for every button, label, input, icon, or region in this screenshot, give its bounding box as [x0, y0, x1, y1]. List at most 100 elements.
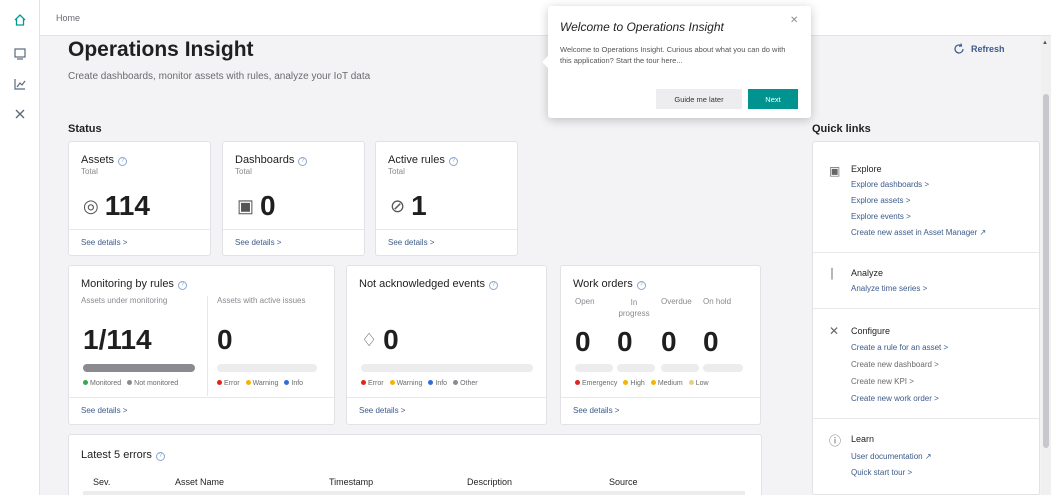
rule-icon: ⊘: [390, 195, 406, 216]
table-loading-row: [83, 491, 745, 495]
divider: [223, 229, 364, 230]
legend-info: Info: [284, 380, 303, 387]
wo-bar-open: [575, 364, 613, 372]
create-kpi-link[interactable]: Create new KPI >: [851, 377, 914, 386]
legend-not-monitored: Not monitored: [127, 380, 178, 387]
rules-card-sub: Total: [388, 167, 405, 176]
work-orders-card: Work orders? Open In progress Overdue On…: [560, 265, 761, 425]
dashboard-icon[interactable]: [10, 44, 30, 64]
user-documentation-link[interactable]: User documentation ↗: [851, 452, 932, 461]
help-icon[interactable]: ?: [118, 157, 128, 166]
configure-title: Configure: [851, 326, 891, 336]
monitoring-card-title: Monitoring by rules?: [81, 278, 187, 290]
monitoring-see-details-link[interactable]: See details >: [81, 406, 127, 415]
col-timestamp[interactable]: Timestamp: [329, 477, 373, 487]
col-sev[interactable]: Sev.: [93, 477, 110, 487]
close-icon[interactable]: ✕: [790, 15, 798, 26]
scroll-thumb[interactable]: [1043, 94, 1049, 448]
legend-medium: Medium: [650, 380, 683, 387]
events-legend: Error Warning Info Other: [361, 380, 478, 387]
col-asset-name[interactable]: Asset Name: [175, 477, 224, 487]
scroll-up-icon[interactable]: ▲: [1042, 40, 1048, 46]
analyze-title: Analyze: [851, 268, 884, 278]
bell-icon: ♢: [361, 329, 378, 350]
left-nav-rail: [0, 0, 40, 495]
divider: [813, 308, 1039, 309]
next-button[interactable]: Next: [748, 89, 798, 109]
breadcrumb[interactable]: Home: [56, 13, 80, 23]
events-count: ♢ 0: [361, 324, 399, 356]
divider: [347, 397, 546, 398]
tools-icon[interactable]: [10, 104, 30, 124]
explore-events-link[interactable]: Explore events >: [851, 212, 911, 221]
wo-legend: Emergency High Medium Low: [575, 380, 709, 387]
chart-icon[interactable]: [10, 74, 30, 94]
divider: [69, 229, 210, 230]
wo-head-open: Open: [575, 297, 595, 306]
events-card-title: Not acknowledged events?: [359, 278, 498, 290]
wo-overdue-value: 0: [661, 326, 677, 357]
dashboards-card-sub: Total: [235, 167, 252, 176]
dashboards-card-title: Dashboards?: [235, 154, 308, 166]
refresh-button[interactable]: Refresh: [953, 43, 1005, 55]
analyze-time-series-link[interactable]: Analyze time series >: [851, 284, 927, 293]
wo-on-hold-value: 0: [703, 326, 719, 357]
events-value: 0: [383, 324, 399, 355]
divider: [207, 296, 208, 396]
dashboards-count: ▣ 0: [237, 190, 276, 222]
explore-dashboards-link[interactable]: Explore dashboards >: [851, 180, 929, 189]
col-description[interactable]: Description: [467, 477, 512, 487]
home-icon[interactable]: [10, 10, 30, 30]
quick-start-tour-link[interactable]: Quick start tour >: [851, 468, 912, 477]
refresh-icon: [954, 43, 964, 54]
legend-monitored: Monitored: [83, 380, 121, 387]
divider: [69, 397, 334, 398]
create-rule-link[interactable]: Create a rule for an asset >: [851, 343, 948, 352]
legend-emergency: Emergency: [575, 380, 617, 387]
rules-see-details-link[interactable]: See details >: [388, 238, 434, 247]
errors-card-title: Latest 5 errors?: [81, 449, 165, 461]
quick-links-label: Quick links: [812, 123, 871, 135]
analyze-icon: ∣: [829, 266, 835, 280]
page-title: Operations Insight: [68, 38, 254, 61]
scrollbar[interactable]: ▲: [1041, 36, 1051, 495]
monitoring-right-head: Assets with active issues: [217, 296, 306, 305]
work-orders-see-details-link[interactable]: See details >: [573, 406, 619, 415]
asset-icon: ◎: [83, 195, 99, 216]
monitoring-bar: [83, 364, 195, 372]
explore-assets-link[interactable]: Explore assets >: [851, 196, 910, 205]
events-card: Not acknowledged events? ♢ 0 Error Warni…: [346, 265, 547, 425]
help-icon[interactable]: ?: [177, 281, 187, 290]
work-orders-card-title: Work orders?: [573, 278, 646, 290]
legend-warning: Warning: [389, 380, 422, 387]
rules-count: ⊘ 1: [390, 190, 427, 222]
wo-head-overdue: Overdue: [661, 297, 692, 306]
help-icon[interactable]: ?: [298, 157, 308, 166]
issues-legend: Error Warning Info: [217, 380, 303, 387]
help-icon[interactable]: ?: [636, 281, 646, 290]
issues-bar: [217, 364, 317, 372]
help-icon[interactable]: ?: [155, 452, 165, 461]
assets-card-sub: Total: [81, 167, 98, 176]
dashboard-icon: ▣: [237, 195, 255, 216]
dashboards-card: Dashboards? Total ▣ 0 See details >: [222, 141, 365, 256]
col-source[interactable]: Source: [609, 477, 638, 487]
create-asset-link[interactable]: Create new asset in Asset Manager ↗: [851, 228, 986, 237]
wo-bar-on-hold: [703, 364, 743, 372]
help-icon[interactable]: ?: [448, 157, 458, 166]
refresh-label: Refresh: [971, 44, 1005, 54]
legend-high: High: [623, 380, 645, 387]
guide-me-later-button[interactable]: Guide me later: [656, 89, 742, 109]
divider: [813, 252, 1039, 253]
assets-see-details-link[interactable]: See details >: [81, 238, 127, 247]
divider: [561, 397, 760, 398]
legend-warning: Warning: [245, 380, 278, 387]
page-subtitle: Create dashboards, monitor assets with r…: [68, 71, 371, 82]
events-see-details-link[interactable]: See details >: [359, 406, 405, 415]
help-icon[interactable]: ?: [488, 281, 498, 290]
configure-icon: ✕: [829, 324, 840, 338]
explore-icon: ▣: [829, 164, 841, 178]
dashboards-see-details-link[interactable]: See details >: [235, 238, 281, 247]
create-work-order-link[interactable]: Create new work order >: [851, 394, 939, 403]
create-dashboard-link[interactable]: Create new dashboard >: [851, 360, 939, 369]
